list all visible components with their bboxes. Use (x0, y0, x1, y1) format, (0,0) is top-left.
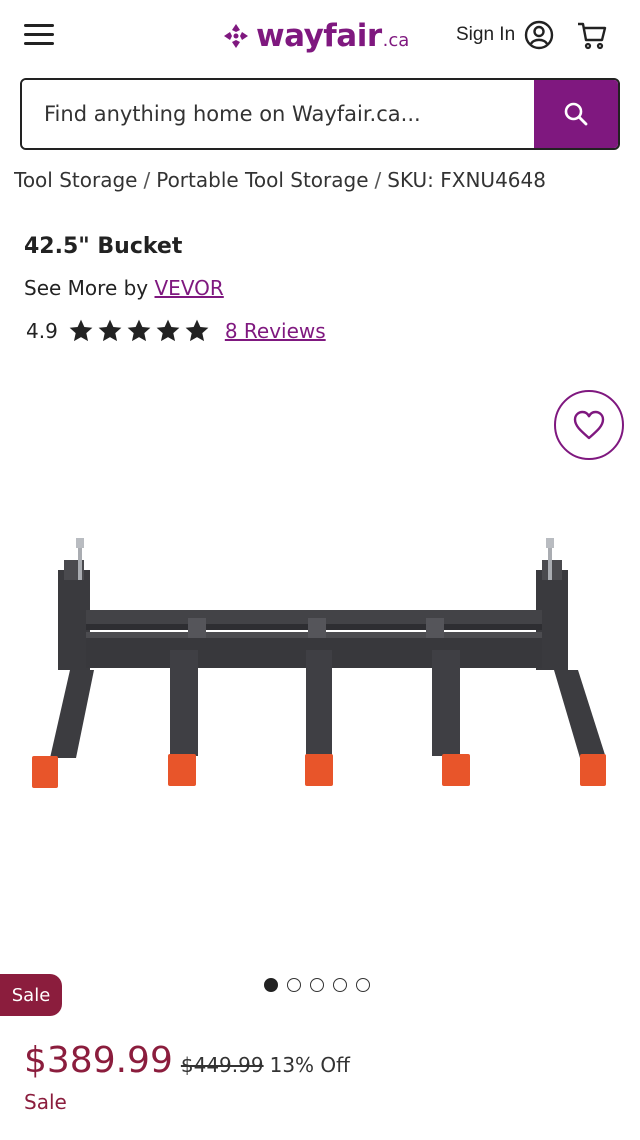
see-more-prefix: See More by (24, 276, 149, 300)
search-button[interactable] (534, 80, 618, 148)
sign-in-link[interactable]: Sign In (456, 24, 515, 46)
favorite-button[interactable] (554, 390, 624, 460)
hamburger-menu-icon[interactable] (24, 22, 56, 48)
rating-summary: 4.9 8 Reviews (26, 318, 326, 344)
wayfair-logo[interactable]: wayfair .ca (222, 14, 409, 58)
sale-badge: Sale (0, 974, 62, 1016)
rating-value: 4.9 (26, 319, 58, 343)
star-icon (98, 319, 122, 342)
breadcrumb: Tool Storage / Portable Tool Storage / SKU: … (14, 168, 640, 192)
search-bar (20, 78, 620, 150)
star-icon (69, 319, 93, 342)
price-row: $389.99 $449.99 13% Off (24, 1040, 350, 1081)
sale-price: $389.99 (24, 1040, 173, 1081)
product-title: 42.5" Bucket (24, 234, 183, 259)
account-icon[interactable] (524, 20, 554, 50)
breadcrumb-separator: / (374, 168, 382, 192)
breadcrumb-portable-tool-storage[interactable]: Portable Tool Storage (156, 168, 368, 192)
brand-link[interactable]: VEVOR (155, 276, 224, 300)
star-icon (185, 319, 209, 342)
carousel-dot[interactable] (356, 978, 370, 992)
left-mount-bracket (58, 538, 90, 670)
logo-mark-icon (224, 24, 248, 48)
carousel-dot[interactable] (333, 978, 347, 992)
carousel-dots (264, 978, 379, 992)
logo-text: wayfair (256, 18, 382, 54)
see-more-by: See More by VEVOR (24, 276, 224, 300)
sale-label: Sale (24, 1090, 67, 1114)
carousel-dot[interactable] (310, 978, 324, 992)
breadcrumb-separator: / (143, 168, 151, 192)
carousel-dot[interactable] (264, 978, 278, 992)
star-icon (127, 319, 151, 342)
header: wayfair .ca Sign In (0, 0, 640, 72)
logo-tld: .ca (382, 29, 410, 51)
tines (32, 650, 606, 788)
heart-icon (573, 410, 605, 440)
breadcrumb-tool-storage[interactable]: Tool Storage (14, 168, 137, 192)
search-icon (564, 102, 588, 126)
star-icon (156, 319, 180, 342)
cart-icon[interactable] (576, 20, 608, 52)
original-price: $449.99 (180, 1053, 264, 1077)
reviews-link[interactable]: 8 Reviews (225, 319, 326, 343)
carousel-dot[interactable] (287, 978, 301, 992)
discount-label: 13% Off (269, 1053, 350, 1077)
product-image[interactable] (20, 520, 620, 810)
search-input[interactable] (22, 80, 534, 148)
breadcrumb-sku: SKU: FXNU4648 (387, 168, 546, 192)
star-rating (68, 318, 213, 344)
